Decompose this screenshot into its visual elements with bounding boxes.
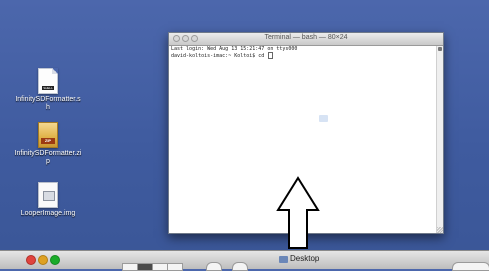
close-button[interactable] (26, 255, 36, 265)
terminal-title: Terminal — bash — 80×24 (264, 34, 348, 41)
scroll-thumb[interactable] (438, 47, 442, 51)
quick-look-button[interactable] (206, 262, 222, 271)
desktop-icon-label: InfinitySDFormatter.zi p (14, 150, 82, 165)
view-button-coverflow[interactable] (167, 263, 183, 271)
search-field[interactable] (452, 262, 489, 271)
desktop-icon-label: InfinitySDFormatter.s h (15, 96, 81, 111)
desktop-icon-label: LooperImage.img (20, 210, 76, 217)
up-arrow-icon (276, 176, 320, 249)
action-button[interactable] (232, 262, 248, 271)
view-button-icon[interactable] (122, 263, 138, 271)
zoom-button[interactable] (50, 255, 60, 265)
finder-window-bar[interactable]: Desktop (0, 250, 489, 271)
view-button-column[interactable] (152, 263, 168, 271)
desktop-icon-infinitysdformatter-sh[interactable]: SHELL InfinitySDFormatter.s h (6, 68, 90, 112)
minimize-button[interactable] (38, 255, 48, 265)
terminal-titlebar[interactable]: Terminal — bash — 80×24 (169, 33, 443, 46)
text-cursor (268, 52, 274, 59)
folder-icon (319, 115, 328, 122)
terminal-prompt-line: david-koltois-imac:~ Koltoi$ cd (171, 52, 435, 59)
desktop-icon-looperimage-img[interactable]: LooperImage.img (6, 182, 90, 218)
folder-icon (279, 256, 288, 263)
desktop-icon-infinitysdformatter-zip[interactable]: ZIP InfinitySDFormatter.zi p (6, 122, 90, 166)
view-button-list[interactable] (137, 263, 153, 271)
zip-archive-icon: ZIP (38, 122, 58, 148)
disk-image-icon (38, 182, 58, 208)
resize-handle[interactable] (437, 227, 443, 233)
finder-title: Desktop (290, 254, 320, 263)
terminal-scrollbar[interactable] (436, 46, 443, 233)
shell-script-icon: SHELL (38, 68, 58, 94)
